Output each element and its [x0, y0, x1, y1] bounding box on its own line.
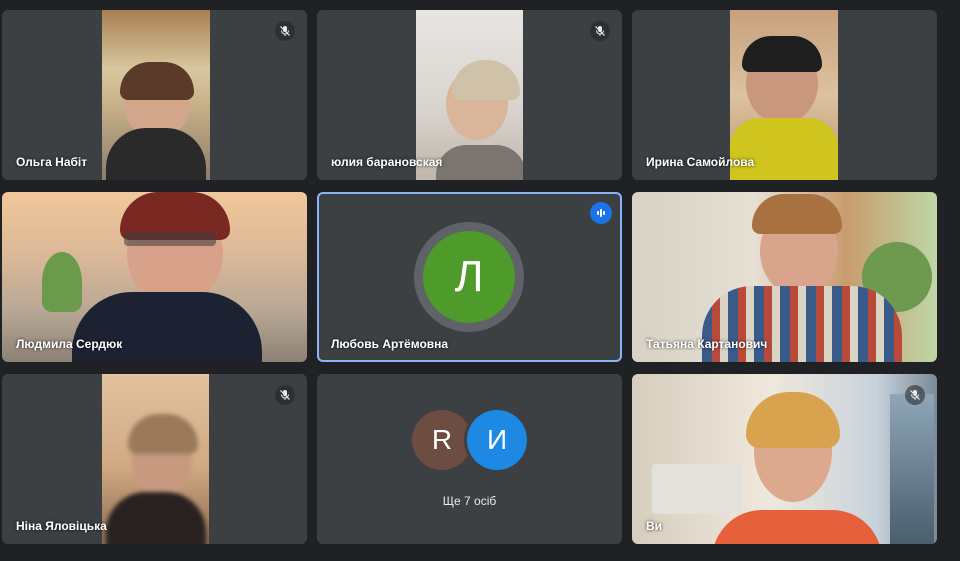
participant-video	[106, 492, 206, 544]
mic-off-icon	[275, 385, 295, 405]
participant-video	[72, 292, 262, 362]
avatar: И	[467, 410, 527, 470]
avatar: Л	[423, 231, 515, 323]
video-feed	[102, 10, 210, 180]
participant-name: Ирина Самойлова	[646, 155, 755, 169]
more-participants-label: Ще 7 осіб	[442, 494, 497, 508]
participant-tile-yulia[interactable]: юлия барановская	[317, 10, 622, 180]
participant-name: Ви	[646, 519, 663, 533]
participant-name: Ніна Яловіцька	[16, 519, 107, 533]
mic-off-icon	[905, 385, 925, 405]
mic-off-icon	[275, 21, 295, 41]
participant-video	[752, 194, 842, 234]
participant-video	[890, 394, 934, 544]
participant-tile-nina[interactable]: Ніна Яловіцька	[2, 374, 307, 544]
participant-video	[452, 60, 520, 100]
participant-tile-lyubov[interactable]: Л Любовь Артёмовна	[317, 192, 622, 362]
participant-tile-lyudmila[interactable]: Людмила Сердюк	[2, 192, 307, 362]
participant-video	[730, 118, 838, 180]
participant-name: Татьяна Картанович	[646, 337, 768, 351]
video-feed	[102, 374, 209, 544]
participant-name: юлия барановская	[331, 155, 443, 169]
mic-off-icon	[590, 21, 610, 41]
participant-video	[712, 510, 882, 544]
participant-tile-self[interactable]: Ви	[632, 374, 937, 544]
others-tile[interactable]: R И Ще 7 осіб	[317, 374, 622, 544]
avatar: R	[412, 410, 472, 470]
participant-name: Людмила Сердюк	[16, 337, 123, 351]
participant-video	[106, 128, 206, 180]
participant-tile-olga[interactable]: Ольга Набіт	[2, 10, 307, 180]
participant-video	[742, 36, 822, 72]
participant-video	[436, 145, 523, 180]
participant-tile-irina[interactable]: Ирина Самойлова	[632, 10, 937, 180]
participant-video	[746, 392, 840, 448]
participant-tile-tatyana[interactable]: Татьяна Картанович	[632, 192, 937, 362]
participant-name: Любовь Артёмовна	[331, 337, 449, 351]
participant-video	[652, 464, 742, 514]
participant-video	[120, 62, 194, 100]
participant-video	[124, 232, 216, 246]
participant-video	[42, 252, 82, 312]
participant-name: Ольга Набіт	[16, 155, 88, 169]
video-feed	[632, 374, 937, 544]
audio-level-icon	[590, 202, 612, 224]
participant-video	[128, 414, 198, 454]
